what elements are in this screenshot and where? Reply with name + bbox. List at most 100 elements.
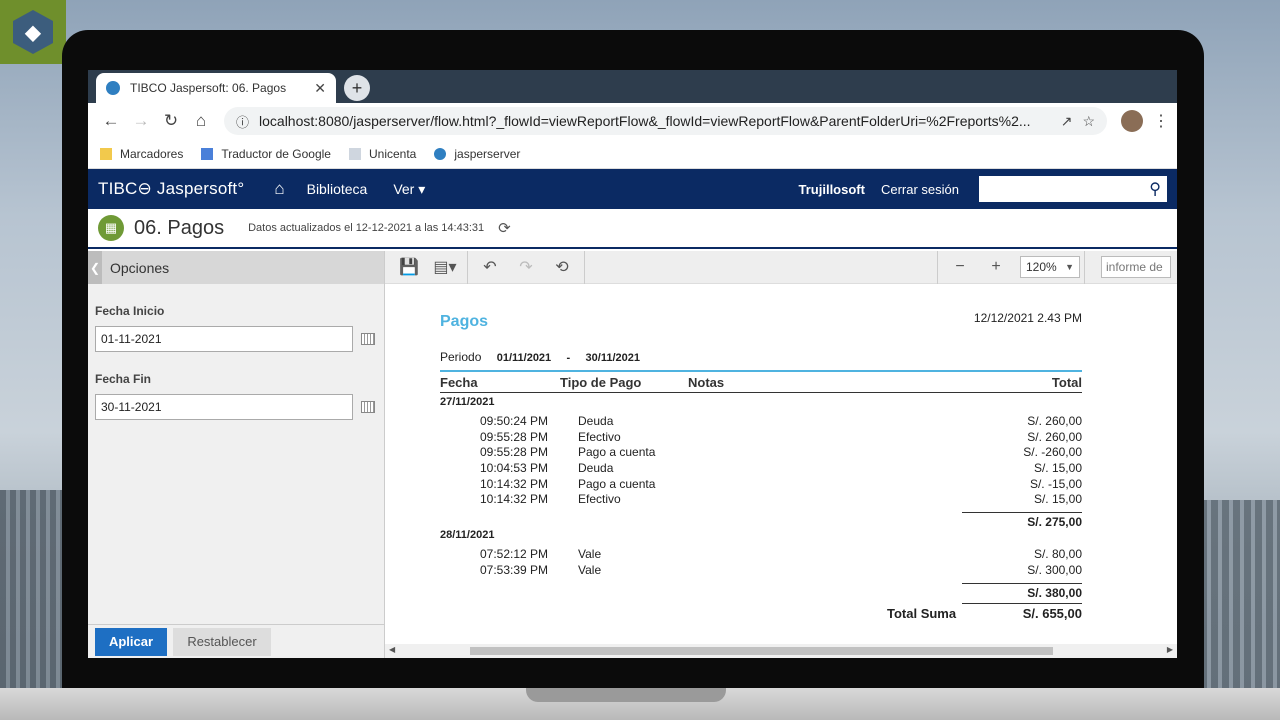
period-separator: -	[566, 352, 571, 364]
period-to: 30/11/2021	[585, 352, 640, 364]
jaspersoft-logo[interactable]: TIBC⊖ Jaspersoft°	[98, 179, 244, 199]
bookmark-unicenta[interactable]: Unicenta	[348, 147, 416, 161]
row-total: S/. 260,00	[1027, 430, 1082, 444]
new-tab-button[interactable]: +	[344, 75, 370, 101]
address-bar: ← → ↻ ⌂ ⓘ localhost:8080/jasperserver/fl…	[88, 103, 1177, 139]
global-search-input[interactable]: ⚲	[979, 176, 1167, 202]
bookmarks-bar: Marcadores Traductor de Google Unicenta …	[88, 139, 1177, 169]
page-icon	[348, 147, 361, 160]
export-icon[interactable]: ▤▾	[427, 257, 463, 277]
options-panel: ❮ Opciones Fecha Inicio Fecha Fin Aplica…	[88, 251, 385, 658]
row-total: S/. 15,00	[1033, 492, 1082, 506]
toolbar-divider	[467, 250, 468, 284]
browser-window: TIBCO Jaspersoft: 06. Pagos ✕ + ← → ↻ ⌂ …	[88, 70, 1177, 658]
forward-icon[interactable]: →	[126, 111, 156, 131]
calendar-icon[interactable]	[361, 401, 375, 413]
undo-all-icon[interactable]: ⟲	[544, 257, 580, 277]
zoom-out-icon[interactable]: −	[942, 258, 978, 276]
undo-icon[interactable]: ↶	[472, 257, 508, 277]
table-row: 07:53:39 PM Vale S/. 300,00	[440, 563, 1082, 578]
zoom-select[interactable]: 120% ▼	[1020, 256, 1080, 278]
apply-button[interactable]: Aplicar	[95, 627, 167, 656]
close-tab-icon[interactable]: ✕	[314, 80, 326, 97]
laptop-notch	[526, 688, 726, 702]
horizontal-scrollbar[interactable]: ◀ ▶	[385, 644, 1177, 658]
background-buildings-right	[1200, 500, 1280, 690]
row-tipo: Pago a cuenta	[578, 477, 656, 491]
row-tipo: Deuda	[578, 414, 614, 428]
row-tipo: Deuda	[578, 461, 614, 475]
browser-menu-icon[interactable]: ⋮	[1153, 111, 1169, 131]
bookmark-translate[interactable]: Traductor de Google	[201, 147, 331, 161]
fecha-fin-label: Fecha Fin	[95, 372, 152, 386]
column-header-tipo: Tipo de Pago	[560, 375, 642, 390]
row-total: S/. -260,00	[1023, 445, 1082, 459]
collapse-chevron-icon[interactable]: ❮	[88, 251, 102, 284]
row-time: 10:04:53 PM	[480, 461, 549, 475]
scroll-right-icon[interactable]: ▶	[1167, 645, 1173, 654]
bookmark-star-icon[interactable]: ☆	[1082, 113, 1095, 130]
row-total: S/. 80,00	[1033, 547, 1082, 561]
home-icon[interactable]: ⌂	[186, 111, 216, 131]
table-row: 10:14:32 PM Efectivo S/. 15,00	[440, 492, 1082, 507]
row-time: 07:53:39 PM	[480, 563, 549, 577]
toolbar-divider	[937, 250, 938, 284]
bookmark-marcadores[interactable]: Marcadores	[100, 147, 183, 161]
options-header[interactable]: ❮ Opciones	[88, 251, 384, 284]
tab-strip: TIBCO Jaspersoft: 06. Pagos ✕ +	[88, 70, 1177, 103]
share-icon[interactable]: ↗	[1061, 113, 1073, 130]
jaspersoft-icon	[434, 147, 447, 160]
profile-avatar[interactable]	[1121, 110, 1143, 132]
table-row: 09:50:24 PM Deuda S/. 260,00	[440, 414, 1082, 429]
row-tipo: Vale	[578, 563, 602, 577]
refresh-icon[interactable]: ⟳	[498, 219, 511, 237]
report-period: Periodo 01/11/2021 - 30/11/2021	[440, 350, 640, 364]
scroll-thumb[interactable]	[470, 647, 1053, 655]
row-total: S/. 260,00	[1027, 414, 1082, 428]
row-tipo: Vale	[578, 547, 602, 561]
row-tipo: Pago a cuenta	[578, 445, 656, 459]
row-time: 10:14:32 PM	[480, 477, 549, 491]
redo-icon[interactable]: ↷	[508, 257, 544, 277]
period-from: 01/11/2021	[496, 352, 552, 364]
bookmark-label: Marcadores	[120, 146, 184, 161]
nav-ver[interactable]: Ver ▾	[393, 181, 425, 198]
save-icon[interactable]: 💾	[391, 257, 427, 277]
channel-logo: ◆	[0, 0, 66, 64]
home-icon[interactable]: ⌂	[274, 179, 284, 199]
calendar-icon[interactable]	[361, 333, 375, 345]
group-subtotal: S/. 380,00	[962, 583, 1082, 600]
fecha-inicio-row	[95, 326, 384, 352]
table-row: 07:52:12 PM Vale S/. 80,00	[440, 547, 1082, 562]
row-total: S/. -15,00	[1029, 477, 1082, 491]
zoom-in-icon[interactable]: +	[978, 258, 1014, 276]
bookmark-jasperserver[interactable]: jasperserver	[434, 147, 520, 161]
fecha-fin-input[interactable]	[95, 394, 353, 420]
search-icon[interactable]: ⚲	[1149, 179, 1161, 199]
scroll-left-icon[interactable]: ◀	[389, 645, 395, 654]
fecha-inicio-label: Fecha Inicio	[95, 304, 165, 318]
jaspersoft-favicon-icon	[106, 81, 120, 95]
site-info-icon[interactable]: ⓘ	[236, 112, 249, 131]
browser-tab[interactable]: TIBCO Jaspersoft: 06. Pagos ✕	[96, 73, 336, 103]
back-icon[interactable]: ←	[96, 111, 126, 131]
logout-link[interactable]: Cerrar sesión	[881, 182, 959, 197]
nav-biblioteca[interactable]: Biblioteca	[307, 181, 368, 197]
row-tipo: Efectivo	[578, 430, 621, 444]
url-field[interactable]: ⓘ localhost:8080/jasperserver/flow.html?…	[224, 107, 1107, 135]
fecha-inicio-input[interactable]	[95, 326, 353, 352]
report-search-input[interactable]: informe de	[1101, 256, 1171, 278]
reset-button[interactable]: Restablecer	[173, 627, 271, 656]
row-total: S/. 300,00	[1027, 563, 1082, 577]
table-row: 09:55:28 PM Efectivo S/. 260,00	[440, 430, 1082, 445]
row-time: 09:55:28 PM	[480, 445, 549, 459]
group-date: 27/11/2021	[440, 396, 495, 408]
row-time: 09:55:28 PM	[480, 430, 549, 444]
bookmark-label: jasperserver	[454, 146, 521, 161]
period-label: Periodo	[440, 350, 482, 364]
column-headers: Fecha Tipo de Pago Notas Total	[440, 375, 1082, 393]
user-name[interactable]: Trujillosoft	[799, 182, 865, 197]
reload-icon[interactable]: ↻	[156, 111, 186, 131]
options-buttons: Aplicar Restablecer	[88, 624, 384, 658]
bookmark-label: Traductor de Google	[221, 146, 331, 161]
